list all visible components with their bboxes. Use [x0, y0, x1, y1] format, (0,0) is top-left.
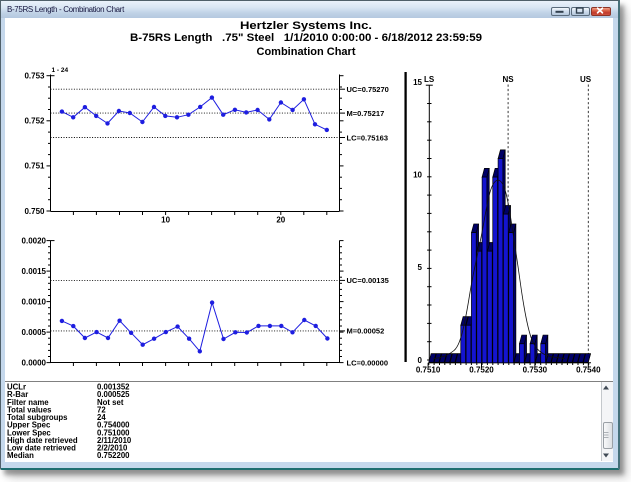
- svg-text:0.7540: 0.7540: [576, 366, 601, 375]
- svg-text:0.0005: 0.0005: [22, 328, 47, 337]
- svg-text:20: 20: [276, 216, 285, 225]
- svg-text:LC=0.75163: LC=0.75163: [347, 133, 389, 142]
- svg-text:Combination Chart: Combination Chart: [257, 46, 356, 58]
- svg-text:0.753: 0.753: [24, 72, 45, 81]
- svg-text:M=0.75217: M=0.75217: [347, 109, 385, 118]
- svg-text:0.0000: 0.0000: [22, 358, 47, 367]
- svg-text:0: 0: [418, 356, 423, 365]
- svg-text:0.0015: 0.0015: [22, 267, 47, 276]
- svg-text:0.7530: 0.7530: [523, 366, 548, 375]
- svg-text:10: 10: [161, 216, 170, 225]
- svg-text:NS: NS: [503, 75, 515, 84]
- svg-text:10: 10: [413, 171, 422, 180]
- svg-text:LC=0.00000: LC=0.00000: [347, 359, 389, 368]
- svg-text:LS: LS: [424, 75, 435, 84]
- svg-text:0.751: 0.751: [24, 162, 45, 171]
- svg-text:US: US: [580, 75, 592, 84]
- svg-text:0.752200: 0.752200: [97, 451, 130, 460]
- svg-text:0.7510: 0.7510: [416, 366, 441, 375]
- svg-text:UC=0.00135: UC=0.00135: [347, 276, 389, 285]
- svg-text:Hertzler Systems Inc.: Hertzler Systems Inc.: [240, 20, 372, 32]
- svg-text:15: 15: [413, 78, 422, 87]
- svg-text:5: 5: [418, 263, 423, 272]
- svg-text:0.750: 0.750: [24, 207, 45, 216]
- svg-text:0.752: 0.752: [24, 117, 45, 126]
- svg-text:M=0.00052: M=0.00052: [347, 327, 385, 336]
- svg-text:0.0010: 0.0010: [22, 297, 47, 306]
- svg-text:B-75RS Length .75" Steel 1: B-75RS Length .75" Steel 1/1/2010 0:00:0…: [130, 32, 482, 44]
- svg-text:1 - 24: 1 - 24: [52, 67, 69, 74]
- svg-text:Median: Median: [7, 451, 34, 460]
- svg-text:0.0020: 0.0020: [22, 236, 47, 245]
- svg-text:UC=0.75270: UC=0.75270: [347, 85, 389, 94]
- svg-text:0.7520: 0.7520: [469, 366, 494, 375]
